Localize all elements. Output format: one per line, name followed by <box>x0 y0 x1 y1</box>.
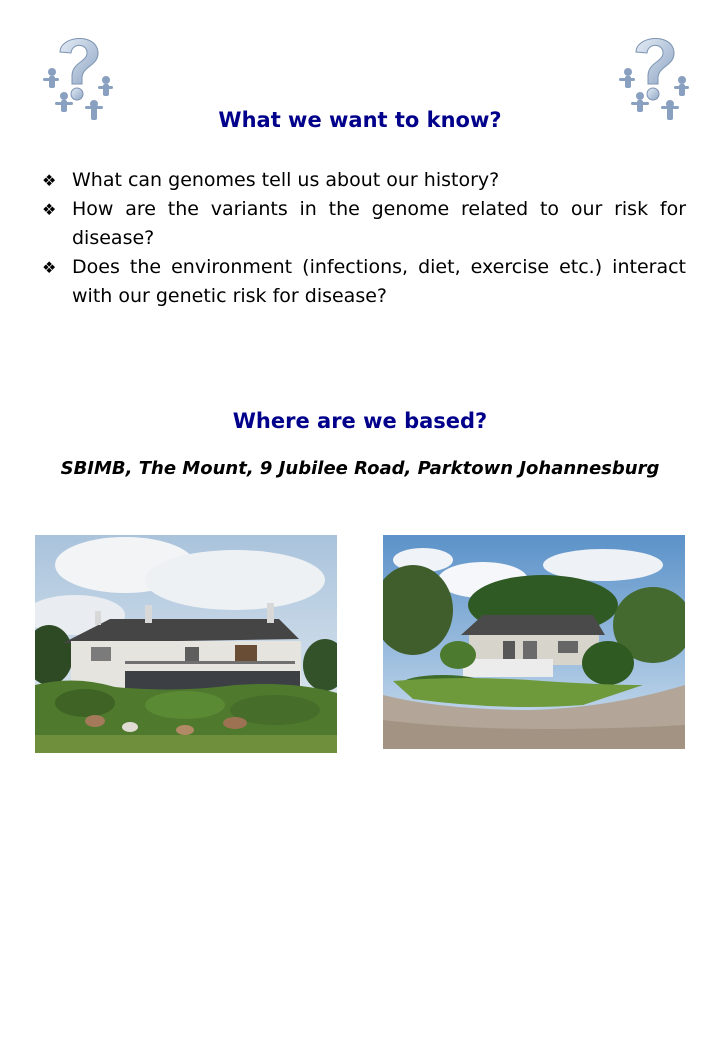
list-item-text: What can genomes tell us about our histo… <box>72 169 500 191</box>
building-photo-cottage <box>383 535 685 749</box>
four-diamond-bullet-icon: ❖ <box>42 171 57 190</box>
four-diamond-bullet-icon: ❖ <box>42 258 57 277</box>
question-list: ❖ What can genomes tell us about our his… <box>42 166 686 311</box>
list-item-text: Does the environment (infections, diet, … <box>72 256 686 307</box>
list-item-text: How are the variants in the genome relat… <box>72 198 686 249</box>
section-title-questions: What we want to know? <box>218 108 502 132</box>
building-photo-main-house <box>35 535 337 753</box>
four-diamond-bullet-icon: ❖ <box>42 200 57 219</box>
address-text: SBIMB, The Mount, 9 Jubilee Road, Parkto… <box>60 458 660 479</box>
list-item: ❖ What can genomes tell us about our his… <box>42 166 686 195</box>
section-title-location: Where are we based? <box>232 409 488 433</box>
list-item: ❖ Does the environment (infections, diet… <box>42 253 686 311</box>
list-item: ❖ How are the variants in the genome rel… <box>42 195 686 253</box>
